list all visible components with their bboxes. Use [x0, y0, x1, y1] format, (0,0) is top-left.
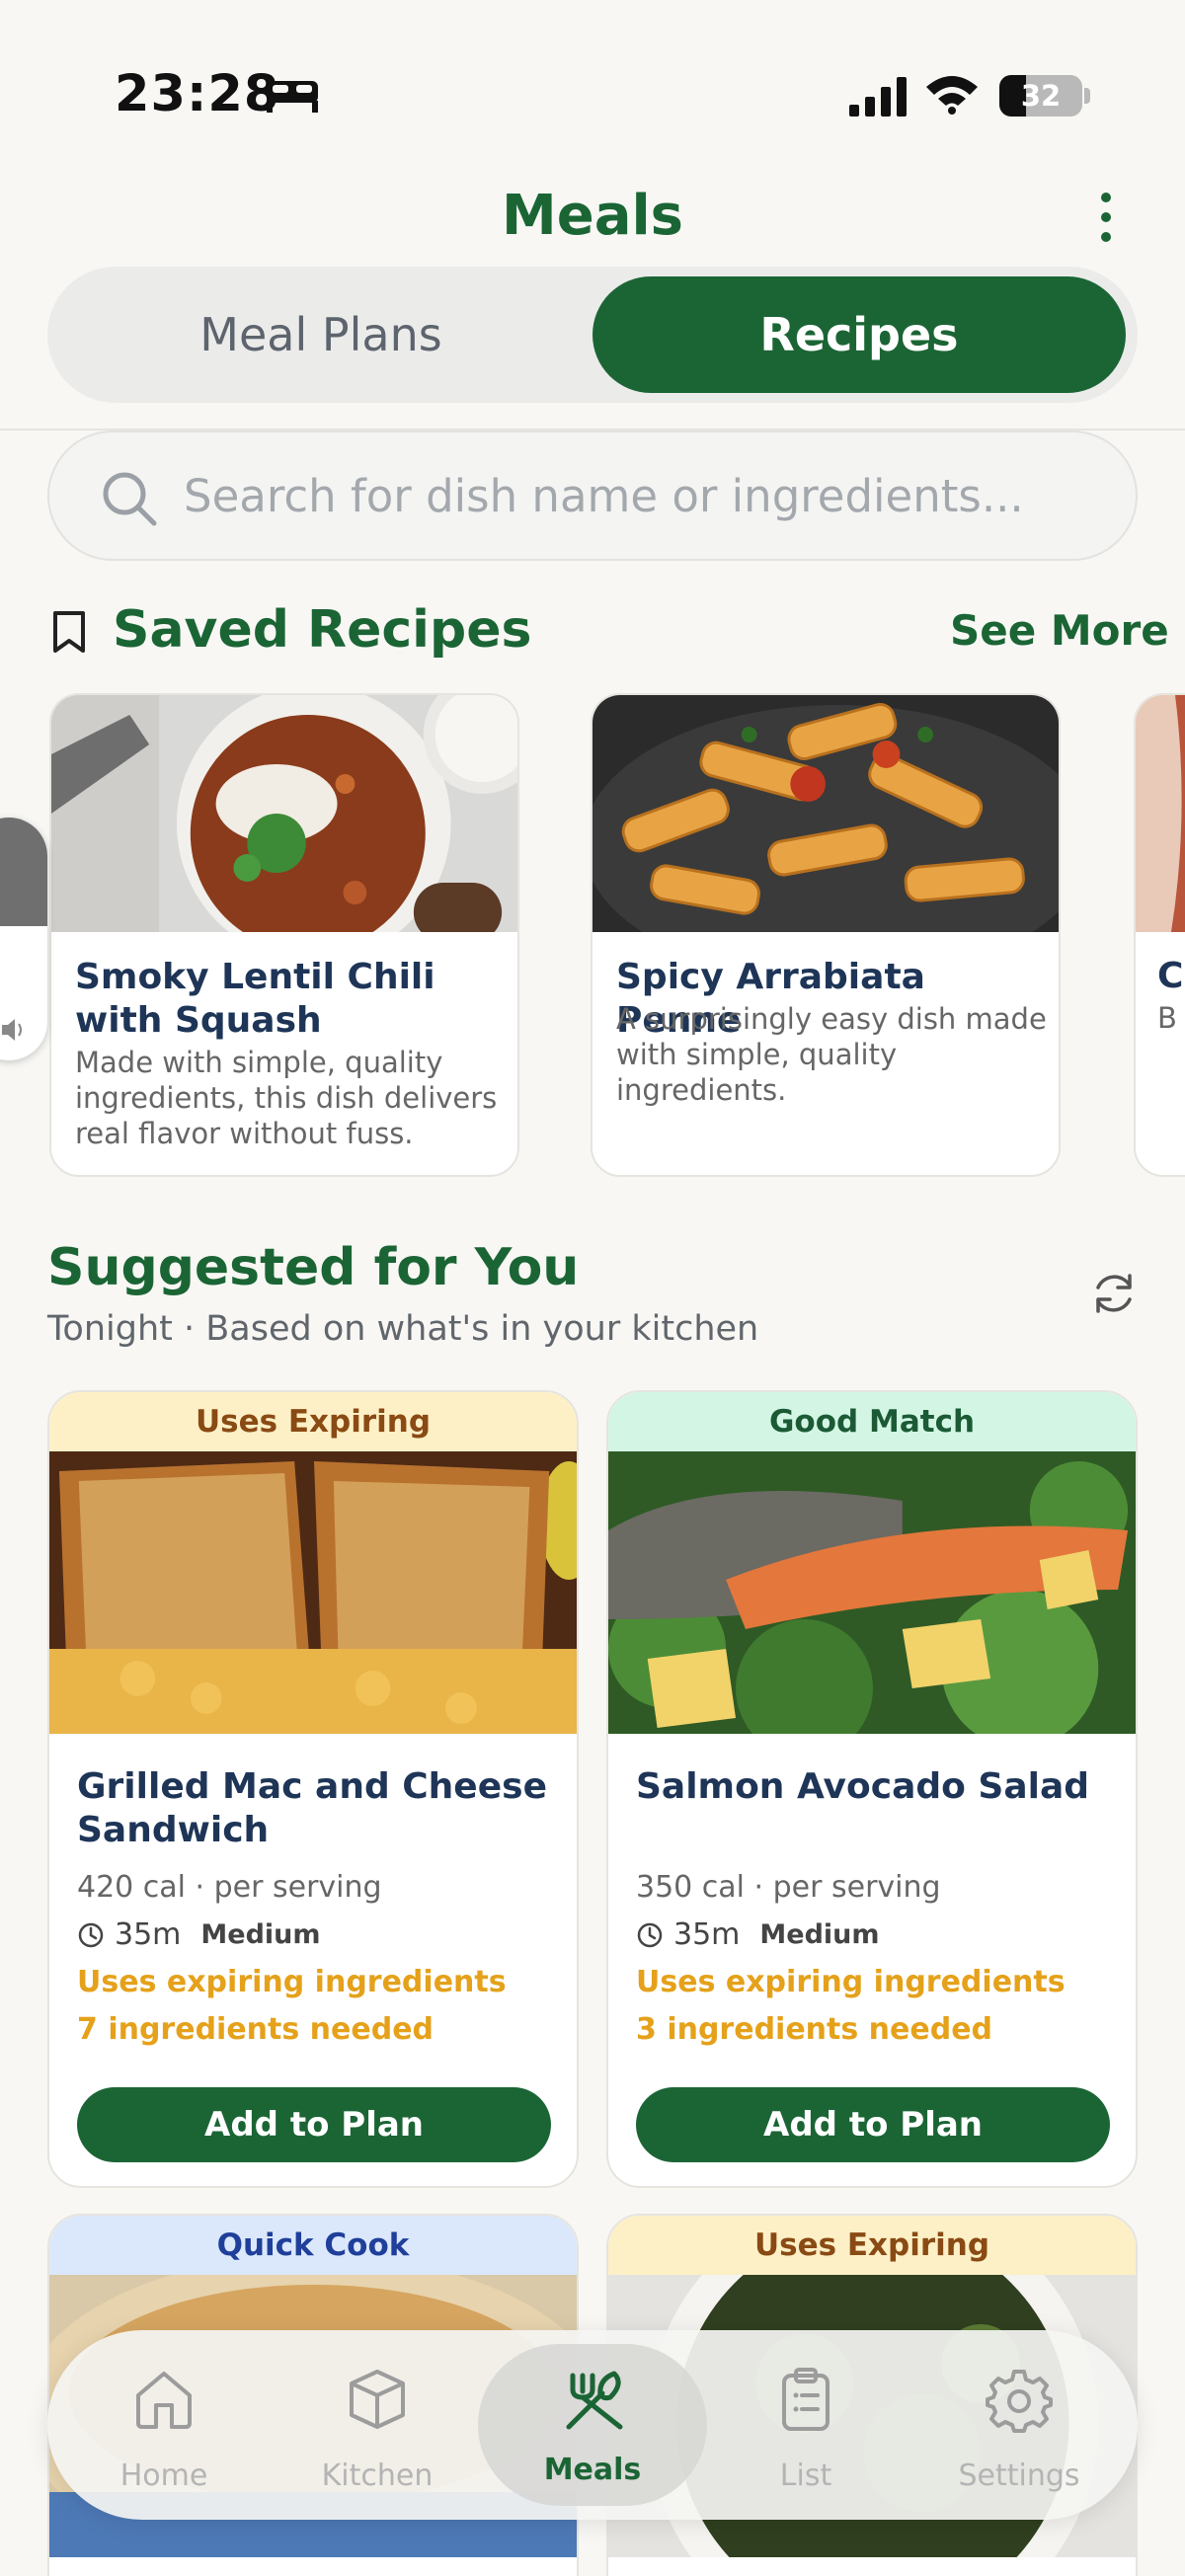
saved-recipe-card[interactable]: Spicy Arrabiata Penne A surprisingly eas… [591, 693, 1061, 1177]
recipe-description: B [1157, 1001, 1177, 1035]
nav-label: List [779, 2459, 832, 2493]
nav-meals[interactable]: Meals [494, 2330, 691, 2520]
difficulty-level: Medium [759, 1919, 880, 1950]
time-row: 35m Medium [77, 1917, 321, 1952]
utensils-icon [566, 2371, 623, 2430]
search-bar[interactable] [47, 430, 1138, 561]
uses-expiring-badge: Uses Expiring [49, 1392, 577, 1451]
side-handle-top [0, 818, 47, 926]
nav-label: Kitchen [321, 2459, 434, 2493]
suggested-subtitle: Tonight · Based on what's in your kitche… [47, 1309, 759, 1349]
clock-icon [637, 1922, 663, 1947]
status-bar: 23:28 32 [0, 0, 1185, 148]
dot-icon [1101, 232, 1111, 242]
dot-icon [1101, 212, 1111, 222]
battery-indicator: 32 [999, 75, 1082, 117]
side-volume-handle[interactable] [0, 818, 47, 1060]
tab-meal-plans[interactable]: Meal Plans [59, 276, 583, 393]
nav-kitchen[interactable]: Kitchen [278, 2330, 476, 2520]
ingredients-needed: 3 ingredients needed [636, 2012, 993, 2047]
recipe-image [592, 695, 1059, 932]
bookmark-icon [53, 611, 85, 653]
recipe-description: Made with simple, quality ingredients, t… [75, 1046, 498, 1150]
recipe-name: C [1157, 956, 1184, 996]
recipe-name: Salmon Avocado Salad [636, 1766, 1090, 1807]
add-to-plan-button[interactable]: Add to Plan [77, 2087, 551, 2162]
recipe-image [51, 695, 517, 932]
home-icon [136, 2372, 192, 2429]
expiring-note: Uses expiring ingredients [636, 1965, 1066, 1999]
box-icon [350, 2370, 405, 2429]
expiring-note: Uses expiring ingredients [77, 1965, 507, 1999]
dot-icon [1101, 193, 1111, 202]
add-to-plan-button[interactable]: Add to Plan [636, 2087, 1110, 2162]
wifi-icon [926, 76, 978, 115]
search-icon [103, 472, 157, 526]
see-more-link[interactable]: See More [950, 606, 1169, 655]
nav-label: Settings [958, 2459, 1080, 2493]
nav-settings[interactable]: Settings [920, 2330, 1118, 2520]
nav-label: Meals [543, 2453, 642, 2487]
suggested-heading: Suggested for You [47, 1238, 580, 1297]
nav-home[interactable]: Home [65, 2330, 263, 2520]
refresh-icon[interactable] [1088, 1268, 1140, 1319]
suggested-recipe-card[interactable]: Good Match Salmon Avocado Salad 350 cal … [606, 1390, 1138, 2188]
good-match-badge: Good Match [608, 1392, 1136, 1451]
recipe-image [1136, 695, 1185, 932]
signal-icon [849, 77, 907, 117]
view-switcher: Meal Plans Recipes [47, 267, 1138, 403]
recipe-name: Grilled Mac and Cheese Sandwich [77, 1766, 547, 1850]
time-row: 35m Medium [636, 1917, 880, 1952]
search-input[interactable] [184, 432, 1102, 559]
bed-icon [267, 81, 318, 113]
clipboard-icon [782, 2368, 830, 2431]
battery-cap [1084, 88, 1090, 104]
calories-text: 420 cal · per serving [77, 1870, 382, 1905]
recipe-image [608, 1451, 1136, 1734]
difficulty-level: Medium [200, 1919, 321, 1950]
ingredients-needed: 7 ingredients needed [77, 2012, 434, 2047]
page-title: Meals [501, 184, 684, 248]
recipe-name: Smoky Lentil Chili with Squash [75, 957, 435, 1041]
clock-icon [78, 1922, 104, 1947]
recipe-description: A surprisingly easy dish made with simpl… [616, 1002, 1047, 1107]
saved-recipe-card[interactable]: Smoky Lentil Chili with Squash Made with… [49, 693, 519, 1177]
cook-time: 35m [115, 1917, 182, 1952]
nav-label: Home [119, 2459, 208, 2493]
battery-percent: 32 [1020, 79, 1062, 113]
suggested-recipe-card[interactable]: Uses Expiring Grilled Mac and Cheese San… [47, 1390, 579, 2188]
calories-text: 350 cal · per serving [636, 1870, 941, 1905]
nav-list[interactable]: List [707, 2330, 905, 2520]
bottom-navigation: Home Kitchen Meals List Settings [47, 2330, 1138, 2520]
saved-recipe-card[interactable]: C B [1134, 693, 1185, 1177]
volume-icon [2, 1019, 22, 1041]
cook-time: 35m [673, 1917, 741, 1952]
recipe-image [49, 1451, 577, 1734]
more-options-button[interactable] [1086, 188, 1126, 247]
quick-cook-badge: Quick Cook [49, 2216, 577, 2275]
uses-expiring-badge: Uses Expiring [608, 2216, 1136, 2275]
gear-icon [986, 2370, 1053, 2433]
saved-recipes-heading: Saved Recipes [113, 600, 532, 660]
tab-recipes[interactable]: Recipes [592, 276, 1126, 393]
status-time: 23:28 [115, 65, 280, 123]
